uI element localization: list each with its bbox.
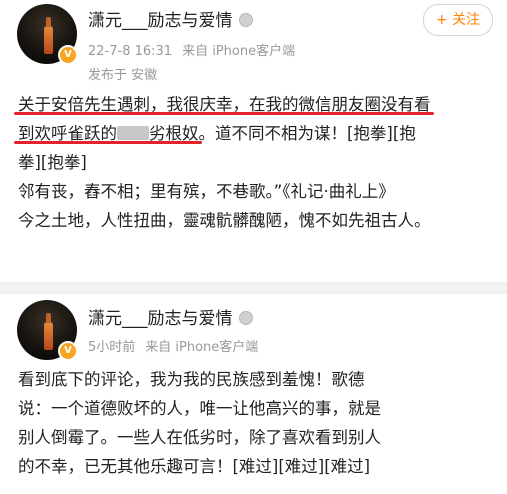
username[interactable]: 潇元___励志与爱情 [88, 6, 253, 31]
follow-button[interactable]: + 关注 [422, 4, 493, 36]
post-time: 5小时前 [88, 340, 136, 355]
post-source: 来自 iPhone客户端 [145, 340, 259, 355]
verified-badge-icon: V [58, 45, 78, 65]
content-line: 说：一个道德败坏的人，唯一让他高兴的事，就是 [18, 399, 381, 418]
content-line: 拳][抱拳] [18, 153, 87, 172]
username[interactable]: 潇元___励志与爱情 [88, 304, 253, 329]
post-location: 发布于 安徽 [88, 68, 158, 83]
medal-icon [238, 311, 253, 325]
highlighted-text: 关于安倍先生遇刺，我很庆幸，在我的微信朋友圈没有看 [18, 95, 431, 114]
verified-badge-icon: V [58, 341, 78, 361]
content-line: 别人倒霉了。一些人在低劣时，除了喜欢看到别人 [18, 428, 381, 447]
weibo-post-1: V 潇元___励志与爱情 22-7-8 16:31 来自 iPhone客户端 发布… [0, 0, 507, 282]
post-time: 22-7-8 16:31 [88, 44, 173, 59]
text-segment: 到欢呼雀跃的 [18, 124, 117, 143]
content-line: 的不幸，已无其他乐趣可言！[难过][难过][难过] [18, 457, 371, 476]
text-segment: 劣根奴 [149, 124, 199, 143]
content-line: 看到底下的评论，我为我的民族感到羞愧！歌德 [18, 370, 365, 389]
post-source: 来自 iPhone客户端 [182, 44, 296, 59]
highlighted-text: 到欢呼雀跃的 劣根奴 [18, 124, 199, 143]
weibo-post-2: V 潇元___励志与爱情 5小时前 来自 iPhone客户端 看到底下的评论，我为… [0, 294, 507, 494]
content-line: 邻有丧，舂不相；里有殡，不巷歌。”《礼记·曲礼上》 [18, 182, 395, 201]
medal-icon [238, 13, 253, 27]
text-segment: 。道不同不相为谋！[抱拳][抱 [198, 124, 416, 143]
bottle-icon [44, 313, 53, 350]
username-text[interactable]: 潇元___励志与爱情 [88, 11, 233, 31]
bottle-icon [44, 17, 53, 54]
post-content: 看到底下的评论，我为我的民族感到羞愧！歌德 说：一个道德败坏的人，唯一让他高兴的… [18, 365, 498, 481]
content-line: 关于安倍先生遇刺，我很庆幸，在我的微信朋友圈没有看 [18, 90, 493, 119]
content-line: 到欢呼雀跃的 劣根奴。道不同不相为谋！[抱拳][抱 [18, 119, 493, 148]
censored-blur [117, 126, 149, 140]
post-meta: 5小时前 来自 iPhone客户端 [88, 336, 258, 355]
post-meta: 22-7-8 16:31 来自 iPhone客户端 [88, 40, 295, 59]
post-content: 关于安倍先生遇刺，我很庆幸，在我的微信朋友圈没有看 到欢呼雀跃的 劣根奴。道不同不… [18, 90, 493, 235]
username-text[interactable]: 潇元___励志与爱情 [88, 309, 233, 329]
content-line: 今之土地，人性扭曲，靈魂骯髒醜陋，愧不如先祖古人。 [18, 211, 431, 230]
post-divider [0, 282, 507, 294]
